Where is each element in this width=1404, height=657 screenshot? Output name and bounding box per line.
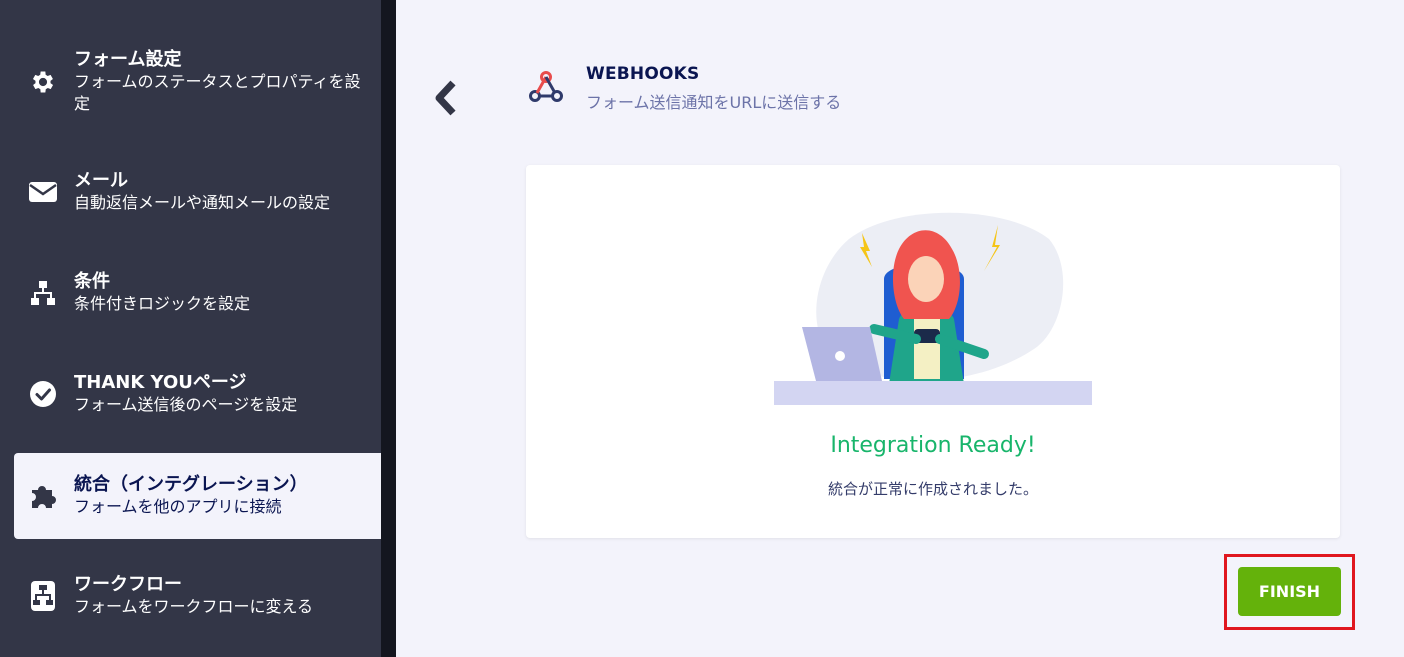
sidebar-item-desc: 自動返信メールや通知メールの設定	[74, 193, 331, 212]
sidebar-item-workflow[interactable]: ワークフロー フォームをワークフローに変える	[14, 553, 381, 639]
chevron-left-icon	[435, 80, 456, 116]
sidebar-item-title: メール	[74, 170, 128, 191]
sidebar-item-email[interactable]: メール 自動返信メールや通知メールの設定	[14, 149, 381, 235]
sidebar-item-desc: 条件付きロジックを設定	[74, 294, 251, 313]
sidebar-item-title: ワークフロー	[74, 574, 182, 595]
gear-icon	[28, 67, 58, 97]
webhook-icon	[526, 66, 566, 106]
puzzle-icon	[28, 481, 58, 511]
sidebar-item-desc: フォーム送信後のページを設定	[74, 395, 298, 414]
sidebar-item-form-settings[interactable]: フォーム設定 フォームのステータスとプロパティを設定	[14, 39, 381, 125]
check-circle-icon	[28, 379, 58, 409]
workflow-icon	[28, 581, 58, 611]
sidebar-item-desc: フォームのステータスとプロパティを設定	[74, 72, 361, 113]
sidebar-item-title: 条件	[74, 271, 110, 292]
integration-status-card: Integration Ready! 統合が正常に作成されました。	[526, 165, 1340, 538]
integration-ready-desc: 統合が正常に作成されました。	[827, 480, 1038, 498]
sidebar-item-title: フォーム設定	[74, 49, 182, 70]
sitemap-icon	[28, 278, 58, 308]
finish-button[interactable]: FINISH	[1238, 567, 1341, 616]
sidebar-item-integrations[interactable]: 統合（インテグレーション） フォームを他のアプリに接続	[14, 453, 381, 539]
sidebar-item-title: THANK YOUページ	[74, 372, 247, 393]
sidebar-item-thank-you-page[interactable]: THANK YOUページ フォーム送信後のページを設定	[14, 351, 381, 437]
integration-ready-illustration	[774, 212, 1092, 405]
integration-ready-title: Integration Ready!	[830, 433, 1036, 458]
sidebar-item-desc: フォームを他のアプリに接続	[74, 497, 282, 516]
back-button[interactable]	[424, 76, 464, 120]
sidebar-item-desc: フォームをワークフローに変える	[74, 597, 314, 616]
sidebar-item-title: 統合（インテグレーション）	[74, 474, 308, 495]
mail-icon	[28, 177, 58, 207]
sidebar-divider	[381, 0, 396, 657]
page-title: WEBHOOKS	[586, 64, 700, 84]
sidebar-item-conditions[interactable]: 条件 条件付きロジックを設定	[14, 250, 381, 336]
page-subtitle: フォーム送信通知をURLに送信する	[586, 93, 842, 112]
sidebar: フォーム設定 フォームのステータスとプロパティを設定 メール 自動返信メールや通…	[0, 0, 381, 657]
